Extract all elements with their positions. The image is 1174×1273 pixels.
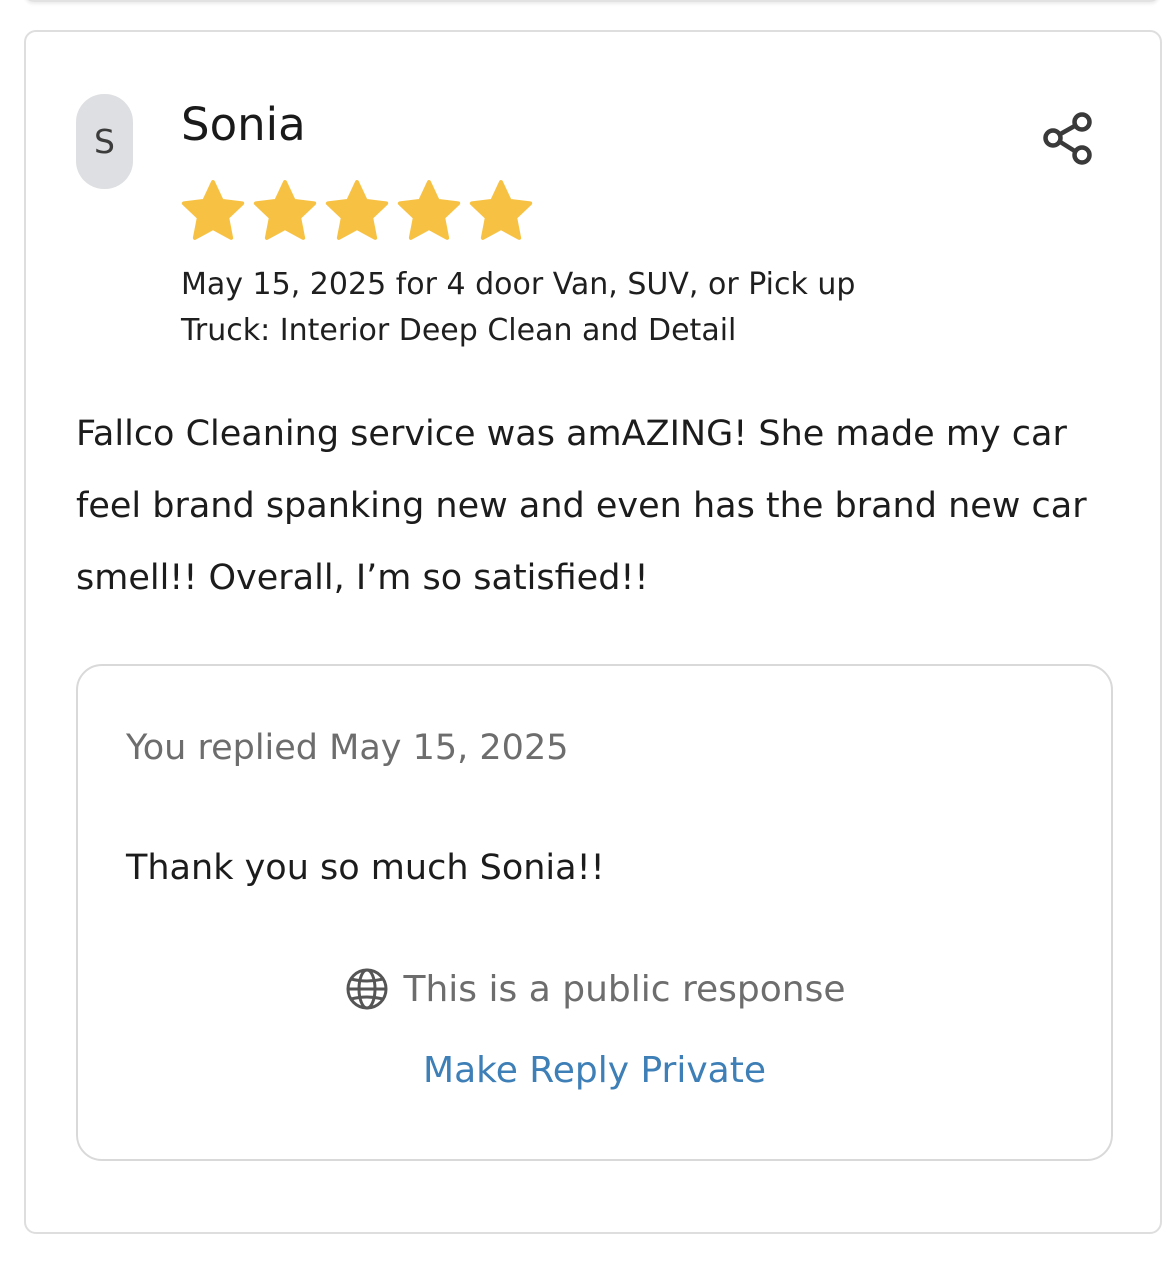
visibility-label: This is a public response xyxy=(403,968,846,1010)
globe-icon xyxy=(346,968,387,1010)
owner-reply: You replied May 15, 2025 Thank you so mu… xyxy=(76,664,1113,1161)
review-card: S Sonia May 15, 2025 for 4 door Van, SUV… xyxy=(24,30,1162,1234)
avatar-initial: S xyxy=(94,122,115,161)
star-icon xyxy=(325,180,389,240)
make-reply-private-link[interactable]: Make Reply Private xyxy=(78,1050,1111,1091)
previous-card-edge xyxy=(24,0,1160,2)
review-meta: May 15, 2025 for 4 door Van, SUV, or Pic… xyxy=(181,267,856,348)
star-icon xyxy=(397,180,461,240)
reply-date: You replied May 15, 2025 xyxy=(126,728,569,768)
star-rating xyxy=(179,177,535,245)
reviewer-name: Sonia xyxy=(181,98,306,151)
visibility-status: This is a public response xyxy=(78,966,1111,1012)
reply-text: Thank you so much Sonia!! xyxy=(126,848,605,888)
star-icon xyxy=(181,180,245,240)
avatar: S xyxy=(76,94,133,189)
star-icon xyxy=(253,180,317,240)
review-body: Fallco Cleaning service was amAZING! She… xyxy=(76,414,1087,598)
share-icon[interactable] xyxy=(1038,108,1098,168)
star-icon xyxy=(469,180,533,240)
